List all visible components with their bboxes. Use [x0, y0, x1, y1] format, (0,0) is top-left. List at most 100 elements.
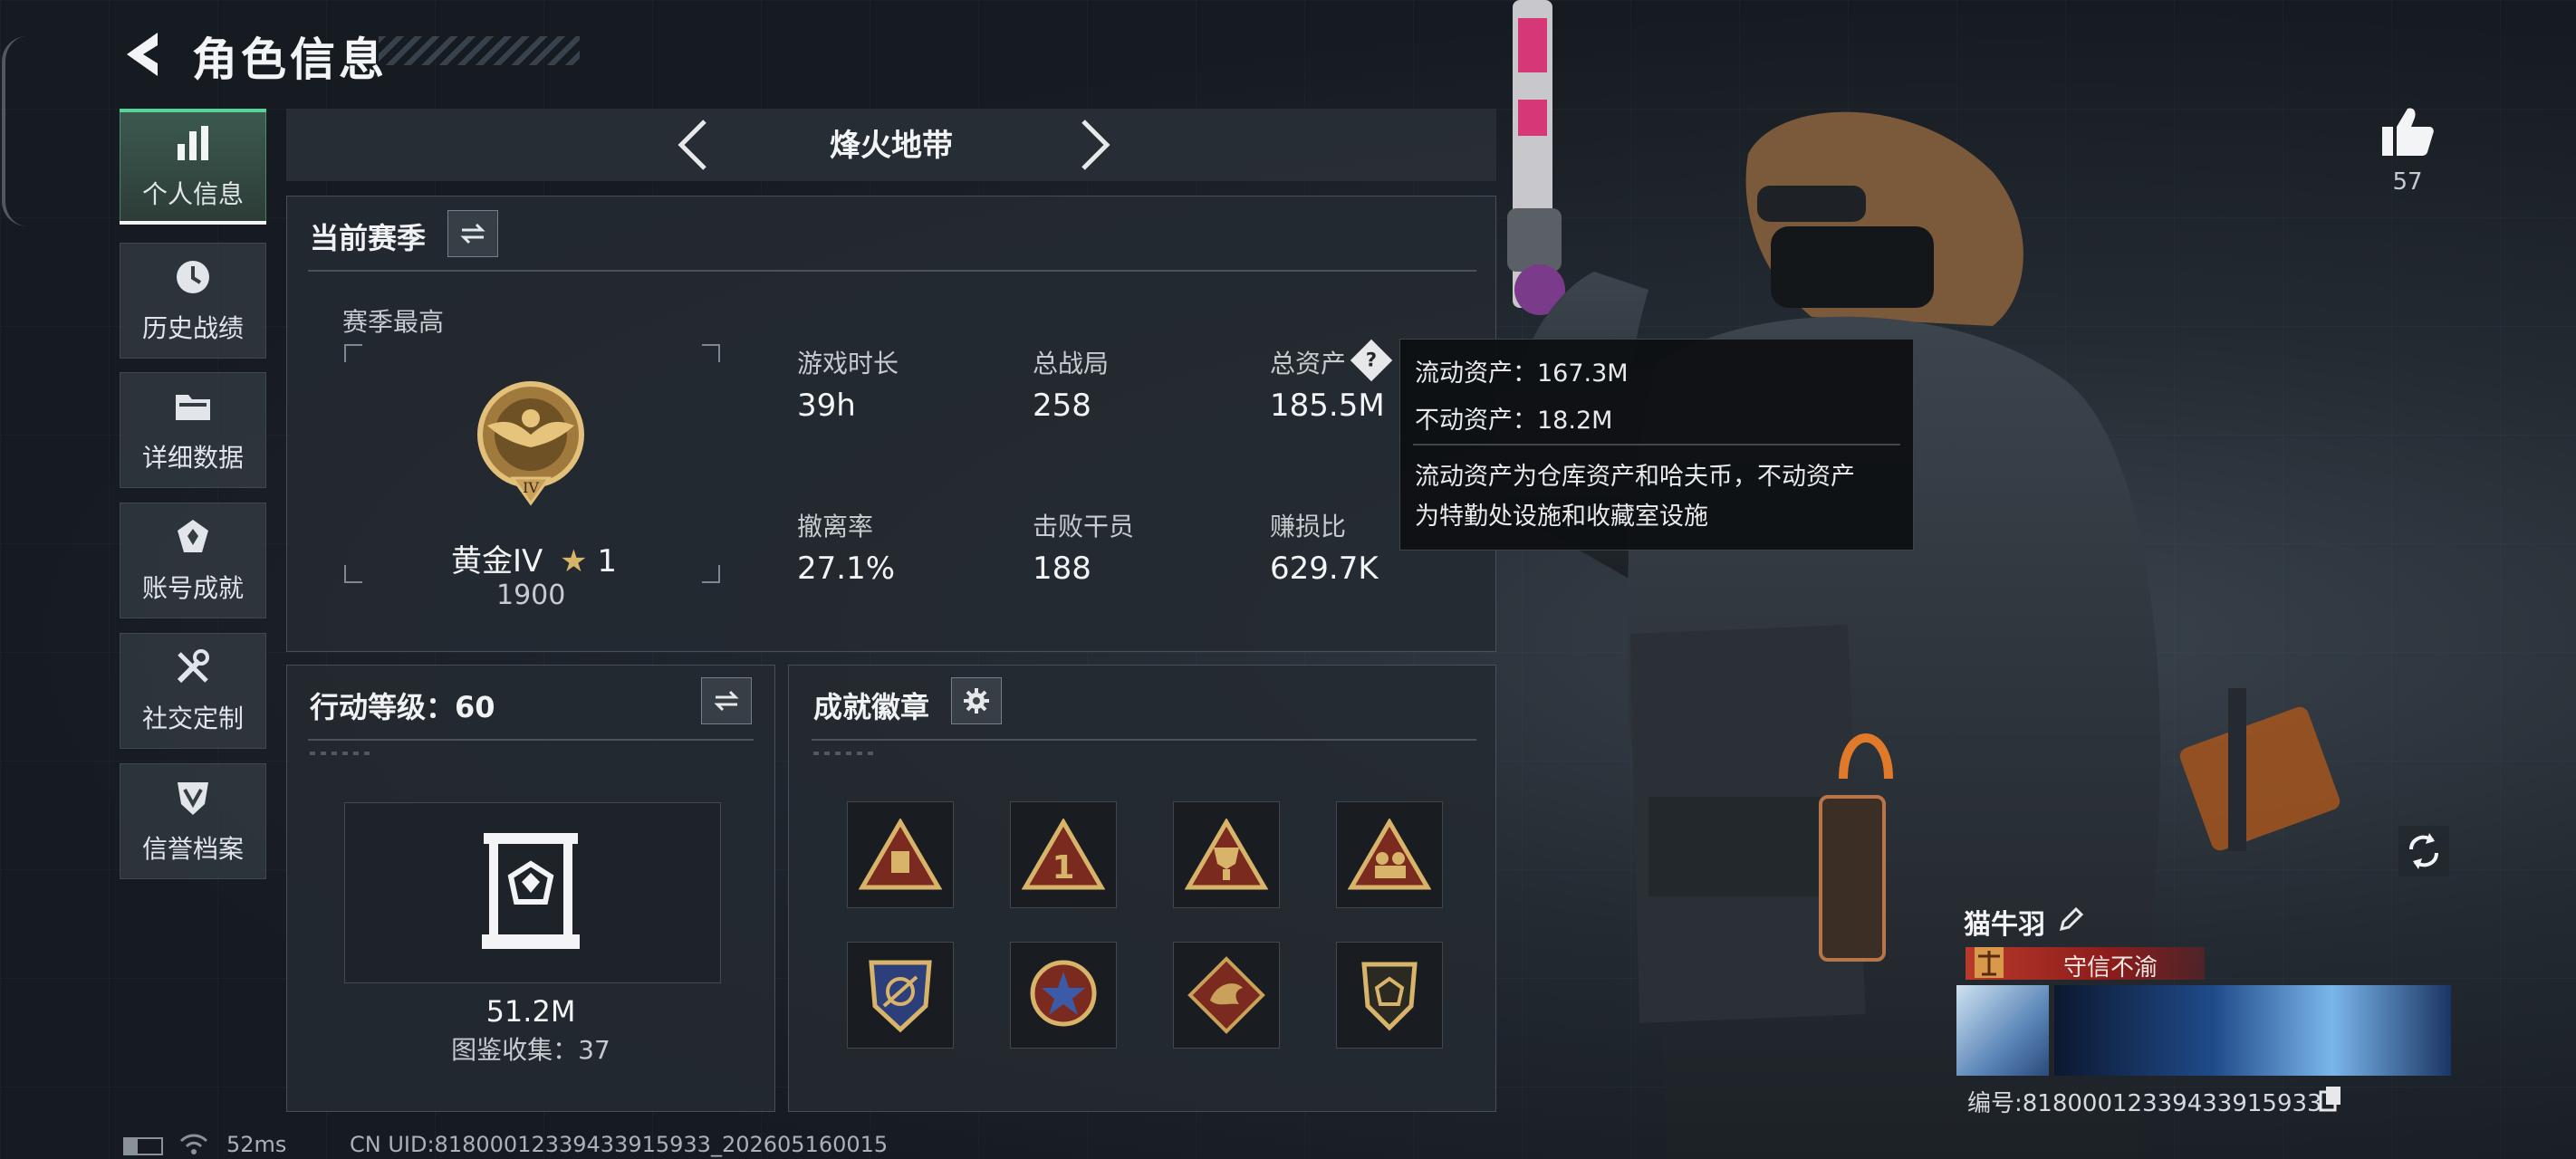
rank-name-row: 黄金IV ★ 1: [451, 536, 617, 580]
achievement-badge[interactable]: [1010, 942, 1117, 1049]
ping-indicator: 52ms: [226, 1132, 287, 1157]
sidebar-item-label: 详细数据: [141, 443, 244, 473]
sidebar-item-label: 个人信息: [141, 179, 244, 209]
sidebar-item-label: 历史战绩: [141, 313, 244, 343]
stat-value: 629.7K: [1270, 551, 1379, 587]
sidebar-item-label: 社交定制: [141, 704, 244, 733]
action-level-title: 行动等级：60: [310, 690, 495, 724]
frame-corner: [702, 565, 720, 583]
gold-triangle-badge-icon: [859, 819, 942, 890]
gear-icon: [964, 688, 989, 714]
bar-chart-icon: [178, 126, 208, 160]
blue-crest-badge-icon: [869, 960, 932, 1033]
collection-count: 图鉴收集：37: [451, 1035, 610, 1065]
like-count: 57: [2392, 168, 2423, 196]
gold-shield-badge-icon: [1361, 962, 1418, 1031]
squad-badge-icon: [1348, 819, 1431, 890]
trophy-badge-icon: [1185, 819, 1268, 890]
sidebar-item-personal-info[interactable]: 个人信息: [120, 109, 266, 225]
player-banner-card[interactable]: [2054, 985, 2451, 1076]
stat-value: 27.1%: [797, 551, 896, 587]
like-thumbs-up-icon[interactable]: [2380, 105, 2435, 158]
badge-settings-button[interactable]: [951, 677, 1002, 724]
frame-corner: [702, 344, 720, 362]
help-icon[interactable]: ?: [1350, 339, 1393, 382]
achievement-badge[interactable]: [1173, 801, 1280, 908]
player-id: 编号:8180001233943391593​3: [1967, 1090, 2322, 1117]
clock-icon: [177, 261, 209, 293]
rotate-character-button[interactable]: [2397, 824, 2451, 878]
season-divider: [308, 270, 1476, 272]
uid-text: CN UID:81800012339433915933_202605160015: [350, 1132, 889, 1157]
tooltip-description: 为特勤处设施和收藏室设施: [1415, 503, 1708, 531]
next-mode-arrow-icon[interactable]: [1069, 116, 1120, 174]
back-arrow-icon[interactable]: [118, 27, 172, 81]
rank-gold-emblem-icon: IV: [477, 381, 584, 506]
stat-label: 击败干员: [1033, 512, 1135, 541]
collection-value: 51.2M: [485, 994, 576, 1029]
liquid-assets: 流动资产：167.3M: [1415, 359, 1629, 388]
fixed-assets: 不动资产：18.2M: [1415, 407, 1613, 435]
sidebar-item-label: 信誉档案: [141, 834, 244, 864]
star-icon: ★: [560, 543, 588, 580]
badges-title: 成就徽章: [813, 690, 930, 724]
swap-icon: [460, 223, 485, 244]
page-title: 角色信息: [192, 34, 388, 86]
player-title: 守信不渝: [2062, 954, 2158, 982]
collection-case-icon: [482, 833, 580, 949]
sidebar-item-social-custom[interactable]: 社交定制: [120, 633, 266, 749]
stat-value: 188: [1033, 551, 1091, 587]
season-best-label: 赛季最高: [342, 307, 445, 337]
switch-action-level-button[interactable]: [701, 677, 752, 724]
achievement-badge[interactable]: 1: [1010, 801, 1117, 908]
achievement-badge[interactable]: [1336, 942, 1443, 1049]
tools-icon: [177, 649, 209, 684]
star-medal-badge-icon: [1030, 960, 1097, 1027]
action-level-divider: [308, 739, 754, 741]
divider-decoration: [310, 752, 373, 755]
sidebar-item-label: 账号成就: [141, 573, 244, 603]
stat-label: 总战局: [1033, 349, 1110, 378]
wifi-icon: [179, 1134, 208, 1154]
left-edge-arc: [2, 36, 27, 226]
achievement-badge[interactable]: [847, 942, 954, 1049]
sidebar-item-achievements[interactable]: 账号成就: [120, 503, 266, 618]
stat-value: 185.5M: [1270, 388, 1385, 424]
copy-icon[interactable]: [2319, 1085, 2342, 1112]
edit-pencil-icon[interactable]: [2058, 907, 2083, 933]
frame-corner: [344, 565, 362, 583]
mode-name: 烽火地带: [830, 128, 953, 164]
frame-corner: [344, 344, 362, 362]
svg-text:IV: IV: [523, 479, 539, 496]
shield-icon: [178, 782, 208, 815]
swap-icon: [714, 690, 739, 712]
player-name: 猫牛羽: [1964, 909, 2045, 941]
rank-stars: 1: [597, 543, 618, 580]
achievement-badge[interactable]: [847, 801, 954, 908]
battery-icon: [123, 1137, 163, 1155]
stat-label: 撤离率: [797, 512, 874, 541]
refresh-icon: [2398, 826, 2449, 876]
divider-decoration: [813, 752, 877, 755]
tooltip-divider: [1413, 444, 1900, 445]
achievement-badge[interactable]: [1336, 801, 1443, 908]
title-scale-icon: [1975, 947, 2004, 978]
stat-value: 258: [1033, 388, 1091, 424]
stat-label: 游戏时长: [797, 349, 899, 378]
first-place-badge-icon: 1: [1022, 819, 1105, 890]
prev-mode-arrow-icon[interactable]: [668, 116, 719, 174]
stat-value: 39h: [797, 388, 856, 424]
rank-score: 1900: [496, 580, 566, 611]
stat-label: 总资产: [1270, 349, 1347, 378]
svg-text:1: 1: [1052, 849, 1074, 886]
switch-season-button[interactable]: [447, 210, 498, 257]
season-panel-title: 当前赛季: [310, 221, 427, 255]
stat-label: 赚损比: [1270, 512, 1347, 541]
avatar-flower-card[interactable]: [1956, 985, 2049, 1076]
sidebar-item-history[interactable]: 历史战绩: [120, 243, 266, 359]
sidebar-item-detailed-data[interactable]: 详细数据: [120, 372, 266, 488]
title-decoration: [379, 36, 580, 65]
sidebar-item-reputation[interactable]: 信誉档案: [120, 763, 266, 879]
achievement-badge[interactable]: [1173, 942, 1280, 1049]
dragon-badge-icon: [1187, 956, 1265, 1034]
